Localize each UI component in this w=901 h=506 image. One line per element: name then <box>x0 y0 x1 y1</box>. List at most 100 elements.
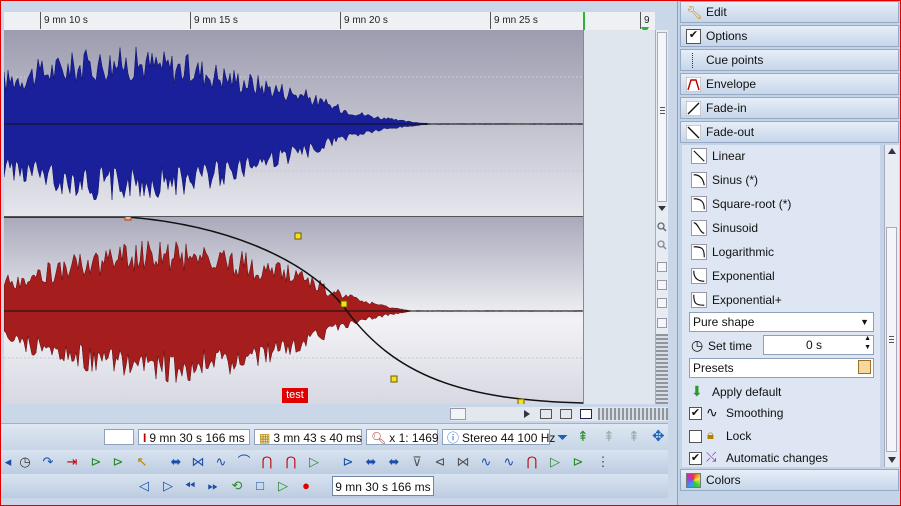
channel-view-button[interactable] <box>657 280 667 290</box>
zoom-field[interactable]: 🔍︎ x 1: 1469 <box>366 429 439 445</box>
fast-forward-icon[interactable]: ⏩︎ <box>205 478 221 494</box>
spin-buttons-icon[interactable]: ▲ ▼ <box>864 334 871 352</box>
panel-header-colors[interactable]: Colors <box>680 469 899 491</box>
envelope-point[interactable] <box>340 300 348 308</box>
remove-marker-icon[interactable]: ⇞ <box>603 428 615 445</box>
scroll-down-icon[interactable] <box>658 206 666 212</box>
marker-label[interactable]: test <box>282 388 308 403</box>
length-field[interactable]: ▦ 3 mn 43 s 40 ms <box>254 429 362 445</box>
clock-icon[interactable]: ◷ <box>17 454 33 470</box>
vertical-scroll-thumb[interactable] <box>657 32 667 202</box>
toolbar-grip-icon[interactable]: ⋮ <box>595 454 611 470</box>
loop-icon[interactable]: ⟲ <box>229 478 245 494</box>
envelope-point[interactable] <box>294 232 302 240</box>
panel-header-label: Envelope <box>706 77 757 91</box>
zoom-selection-button[interactable] <box>560 409 572 419</box>
envelope-point[interactable] <box>517 398 525 404</box>
normalize-icon[interactable]: ⊳ <box>340 454 356 470</box>
wave-edit-icon[interactable]: ∿ <box>501 454 517 470</box>
format-field[interactable]: ⓘ Stereo 44 100 Hz <box>442 429 555 445</box>
horizontal-scroll-thumb[interactable] <box>450 408 466 420</box>
wave-icon[interactable]: ∿ <box>213 454 229 470</box>
insert-marker-icon[interactable]: ⇥ <box>64 454 80 470</box>
fit-icon[interactable]: ⬌ <box>168 454 184 470</box>
crop-icon[interactable]: ⬌ <box>386 454 402 470</box>
fade-tool-icon[interactable]: ⊽ <box>409 454 425 470</box>
channel-view-button[interactable] <box>657 262 667 272</box>
select-end-icon[interactable]: ⊳ <box>110 454 126 470</box>
zoom-level-icon: 🔍︎ <box>371 431 387 445</box>
marker-settings-icon[interactable]: ⇞ <box>628 428 640 445</box>
play-to-end-icon[interactable]: ⊳ <box>570 454 586 470</box>
record-icon[interactable]: ● <box>298 478 314 494</box>
pointer-icon[interactable]: ↖ <box>134 454 150 470</box>
redo-icon[interactable]: ↷ <box>40 454 56 470</box>
automatic-changes-label: Automatic changes <box>726 451 829 465</box>
split-icon[interactable]: ⋈ <box>190 454 206 470</box>
zoom-fit-button[interactable] <box>540 409 552 419</box>
scroll-up-icon[interactable] <box>888 148 896 154</box>
crossfade-icon[interactable]: ⋂ <box>259 454 275 470</box>
envelope-point[interactable] <box>390 375 398 383</box>
panel-header-envelope[interactable]: Envelope <box>680 73 899 95</box>
logarithmic-shape-icon <box>691 244 707 260</box>
set-time-label: Set time <box>708 339 753 353</box>
filter-icon[interactable]: ⏷ <box>557 429 568 446</box>
panel-header-fade-out[interactable]: Fade-out <box>680 121 899 143</box>
channel-view-button[interactable] <box>657 298 667 308</box>
mirror-icon[interactable]: ⋈ <box>455 454 471 470</box>
rewind-icon[interactable]: ⏪︎ <box>182 478 198 494</box>
play-icon[interactable]: ▷ <box>306 454 322 470</box>
selection-end-marker[interactable] <box>583 12 585 30</box>
zoom-out-icon[interactable] <box>657 240 667 250</box>
zoom-all-button[interactable] <box>580 409 592 419</box>
zoom-value: x 1: 1469 <box>389 431 439 445</box>
time-ruler[interactable]: 9 mn 10 s 9 mn 15 s 9 mn 20 s 9 mn 25 s <box>4 12 583 31</box>
panel-header-options[interactable]: ✔ Options <box>680 25 899 47</box>
ruler-tick <box>190 12 191 29</box>
mode-select[interactable]: Pure shape ▼ <box>689 312 874 332</box>
play-down-icon[interactable]: ▷ <box>160 478 176 494</box>
post-selection-area[interactable] <box>583 30 656 404</box>
bottom-channel-view[interactable]: test <box>4 217 583 404</box>
panel-header-cue-points[interactable]: Cue points <box>680 49 899 71</box>
smoothing-checkbox[interactable]: ✔ <box>689 407 702 420</box>
panel-header-fade-in[interactable]: Fade-in <box>680 97 899 119</box>
scroll-right-icon[interactable] <box>524 410 530 418</box>
lock-checkbox[interactable] <box>689 430 702 443</box>
wave-edit-icon[interactable]: ∿ <box>478 454 494 470</box>
presets-select[interactable]: Presets <box>689 358 874 378</box>
automatic-changes-checkbox[interactable]: ✔ <box>689 452 702 465</box>
horizontal-scrollbar[interactable] <box>450 407 668 421</box>
panel-header-edit[interactable]: 🔧︎ Edit <box>680 1 899 23</box>
stop-icon[interactable]: □ <box>252 478 268 494</box>
play-selection-icon[interactable]: ▷ <box>547 454 563 470</box>
previous-icon[interactable]: ◁ <box>136 478 152 494</box>
horizontal-zoom-slider[interactable] <box>598 408 668 420</box>
fade-icon[interactable]: ⌒ <box>236 454 252 470</box>
move-icon[interactable]: ✥ <box>652 427 665 445</box>
fade-shape-label: Sinusoid <box>712 221 759 235</box>
set-time-input[interactable]: 0 s ▲ ▼ <box>763 335 874 355</box>
sinusoid-shape-icon <box>691 220 707 236</box>
panel-scrollbar[interactable] <box>884 145 899 467</box>
smoothing-curve-icon: ∿ <box>706 404 718 420</box>
wrench-icon: 🔧︎ <box>686 5 703 20</box>
zoom-in-icon[interactable] <box>657 222 667 232</box>
scroll-down-icon[interactable] <box>888 457 896 463</box>
marker-tool-icon[interactable]: ⋂ <box>524 454 540 470</box>
add-marker-icon[interactable]: ⇞ <box>577 428 589 445</box>
envelope-tool-icon[interactable]: ⋂ <box>283 454 299 470</box>
select-start-icon[interactable]: ⊳ <box>88 454 104 470</box>
vertical-zoom-slider[interactable] <box>656 334 668 404</box>
panel-scroll-thumb[interactable] <box>886 227 897 452</box>
apply-default-button[interactable]: ⬇ Apply default <box>689 383 875 403</box>
vertical-scroll-strip[interactable] <box>655 30 668 404</box>
channel-view-button[interactable] <box>657 318 667 328</box>
trim-icon[interactable]: ⬌ <box>363 454 379 470</box>
reverse-icon[interactable]: ⊲ <box>432 454 448 470</box>
play-button-icon[interactable]: ▷ <box>275 478 291 494</box>
envelope-point[interactable] <box>124 217 132 221</box>
arrow-icon[interactable]: ◂ <box>0 454 16 470</box>
position-field[interactable]: I9 mn 30 s 166 ms <box>138 429 250 445</box>
